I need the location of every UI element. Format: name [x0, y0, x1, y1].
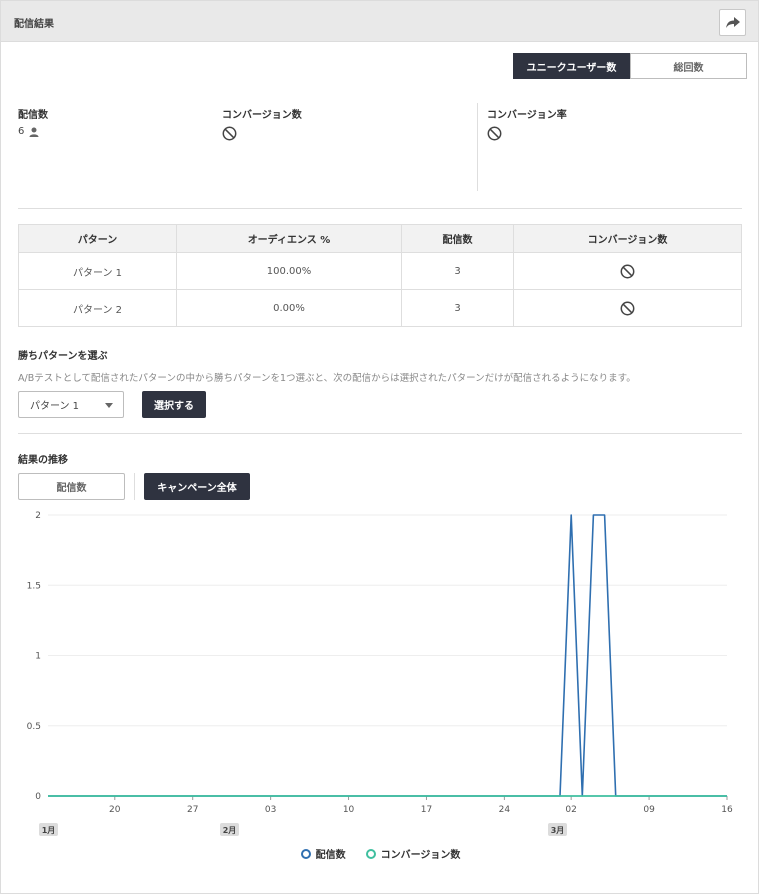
- pattern-select[interactable]: パターン 1: [18, 391, 124, 418]
- x-axis-ticks: 20 27 03 10 17 24 02 09 16: [109, 796, 733, 815]
- trend-section-title: 結果の推移: [18, 455, 68, 466]
- column-header-audience: オーディエンス %: [176, 224, 402, 253]
- legend-item-conversions[interactable]: コンバージョン数: [365, 846, 461, 861]
- unique-users-button[interactable]: ユニークユーザー数: [513, 53, 630, 79]
- chart-grid: [48, 514, 727, 797]
- y-tick-label: 0.5: [27, 722, 41, 732]
- month-label: 2月: [223, 826, 237, 835]
- deliveries-count: 3: [401, 289, 514, 327]
- winner-section-title: 勝ちパターンを選ぶ: [18, 351, 108, 362]
- select-pattern-button[interactable]: 選択する: [142, 391, 206, 418]
- panel-title: 配信結果: [14, 19, 54, 30]
- month-labels: 1月 2月 3月: [39, 823, 567, 836]
- legend-label: 配信数: [315, 850, 346, 861]
- y-tick-label: 1.5: [27, 581, 41, 591]
- table-header-row: パターン オーディエンス % 配信数 コンバージョン数: [18, 224, 742, 253]
- month-label: 3月: [551, 826, 565, 835]
- legend-item-deliveries[interactable]: 配信数: [300, 846, 346, 861]
- month-badge: 3月: [548, 823, 567, 836]
- trend-chart: 0 0.5 1 1.5 2 20 27 03 10 17 24 02 09 16 1月 2月 3月: [27, 511, 733, 836]
- deliveries-label: 配信数: [18, 110, 48, 121]
- table-row: パターン 2 0.00% 3: [18, 289, 742, 327]
- stats-divider: [477, 103, 478, 191]
- audience-percent: 0.00%: [176, 289, 402, 327]
- deliveries-count: 3: [401, 252, 514, 290]
- month-badge: 2月: [220, 823, 239, 836]
- section-divider: [18, 208, 742, 209]
- y-tick-label: 1: [35, 652, 41, 662]
- table-row: パターン 1 100.00% 3: [18, 252, 742, 290]
- conversion-rate-label: コンバージョン率: [487, 110, 567, 121]
- not-available-icon: [620, 301, 635, 315]
- not-available-icon: [222, 126, 237, 141]
- conversions-cell: [513, 252, 742, 290]
- x-tick-label: 09: [643, 805, 655, 815]
- x-tick-label: 03: [265, 805, 276, 815]
- month-label: 1月: [42, 826, 56, 835]
- x-tick-label: 20: [109, 805, 121, 815]
- x-tick-label: 10: [343, 805, 355, 815]
- whole-campaign-tab[interactable]: キャンペーン全体: [144, 473, 250, 500]
- y-axis-ticks: 0 0.5 1 1.5 2: [27, 511, 42, 802]
- audience-percent: 100.00%: [176, 252, 402, 290]
- not-available-icon: [620, 264, 635, 278]
- x-tick-label: 02: [565, 805, 576, 815]
- caret-down-icon: [105, 403, 113, 408]
- deliveries-value: 6: [18, 126, 39, 137]
- section-divider: [18, 433, 742, 434]
- pattern-name: パターン 1: [18, 252, 177, 290]
- pattern-select-value: パターン 1: [30, 401, 80, 412]
- y-tick-label: 2: [35, 511, 41, 521]
- x-tick-label: 27: [187, 805, 198, 815]
- not-available-icon: [487, 126, 502, 141]
- legend-label: コンバージョン数: [380, 850, 461, 861]
- chart-legend: 配信数 コンバージョン数: [1, 846, 759, 861]
- user-count-toggle: ユニークユーザー数 総回数: [513, 53, 747, 79]
- x-tick-label: 16: [721, 805, 733, 815]
- y-tick-label: 0: [35, 792, 41, 802]
- tab-separator: [134, 473, 135, 500]
- column-header-deliveries: 配信数: [401, 224, 514, 253]
- x-tick-label: 24: [499, 805, 511, 815]
- delivery-results-panel: 配信結果 ユニークユーザー数 総回数 配信数 6 コンバージョン数 コンバージョ…: [0, 0, 759, 894]
- pattern-table: パターン オーディエンス % 配信数 コンバージョン数 パターン 1 100.0…: [18, 224, 742, 327]
- pattern-name: パターン 2: [18, 289, 177, 327]
- column-header-conversions: コンバージョン数: [513, 224, 742, 253]
- x-tick-label: 17: [421, 805, 432, 815]
- panel-header: 配信結果: [1, 1, 758, 42]
- share-button[interactable]: [719, 9, 746, 36]
- conversions-label: コンバージョン数: [222, 110, 302, 121]
- winner-description: A/Bテストとして配信されたパターンの中から勝ちパターンを1つ選ぶと、次の配信か…: [18, 373, 636, 384]
- month-badge: 1月: [39, 823, 58, 836]
- user-icon: [29, 127, 39, 137]
- legend-marker: [365, 848, 376, 859]
- metric-deliveries-tab[interactable]: 配信数: [18, 473, 125, 500]
- legend-marker: [300, 848, 311, 859]
- total-count-button[interactable]: 総回数: [630, 53, 747, 79]
- column-header-pattern: パターン: [18, 224, 177, 253]
- conversions-cell: [513, 289, 742, 327]
- share-arrow-icon: [725, 16, 740, 28]
- deliveries-number: 6: [18, 126, 25, 137]
